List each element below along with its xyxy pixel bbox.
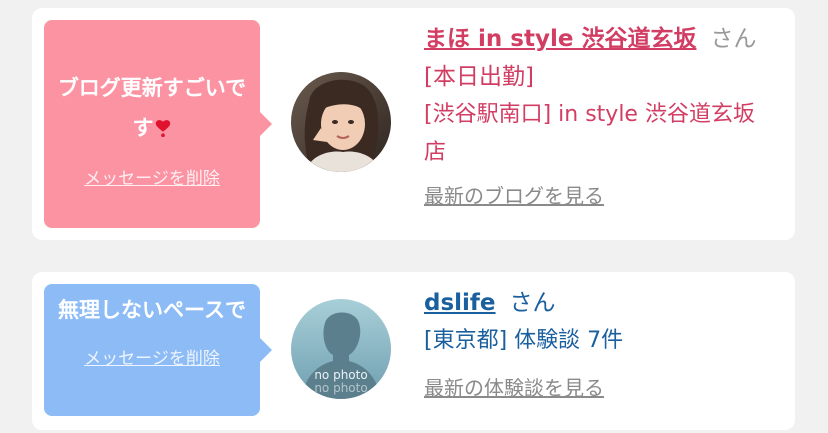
no-photo-text: no photo [314,368,367,382]
message-text: ブログ更新すごいです [57,76,247,140]
profile-photo [291,72,391,172]
no-photo-text-shadow: no photo [314,381,367,395]
latest-experience-link[interactable]: 最新の体験談を見る [424,372,604,401]
delete-message-link[interactable]: メッセージを削除 [84,344,220,369]
message-card: 無理しないペースで メッセージを削除 no photo no photo dsl… [32,272,795,430]
no-photo-placeholder-icon: no photo no photo [291,299,391,399]
user-name-link[interactable]: dslife [424,290,496,316]
message-text: 無理しないペースで [58,298,246,322]
avatar[interactable]: no photo no photo [291,299,391,399]
user-name-link[interactable]: まほ in style 渋谷道玄坂 [424,26,696,52]
heart-exclamation-icon [155,120,170,137]
name-line: まほ in style 渋谷道玄坂 さん [本日出勤] [424,20,774,96]
delete-message-link[interactable]: メッセージを削除 [84,164,220,189]
message-card: ブログ更新すごいです メッセージを削除 まほ in style 渋谷道玄坂さん [32,8,795,240]
user-info: dslife さん [東京都] 体験談 7件 最新の体験談を見る [424,284,774,401]
honorific: さん [710,26,757,52]
message-bubble: ブログ更新すごいです メッセージを削除 [44,20,272,228]
message-bubble: 無理しないペースで メッセージを削除 [44,284,272,416]
status-text: [本日出勤] [424,64,534,90]
name-line: dslife さん [424,284,774,322]
latest-blog-link[interactable]: 最新のブログを見る [424,180,604,209]
shop-detail: [渋谷駅南口] in style 渋谷道玄坂店 [424,102,755,165]
experience-detail: [東京都] 体験談 7件 [424,328,624,353]
avatar[interactable] [291,72,391,172]
user-info: まほ in style 渋谷道玄坂 さん [本日出勤] [渋谷駅南口] in st… [424,20,774,209]
honorific: さん [509,290,556,316]
